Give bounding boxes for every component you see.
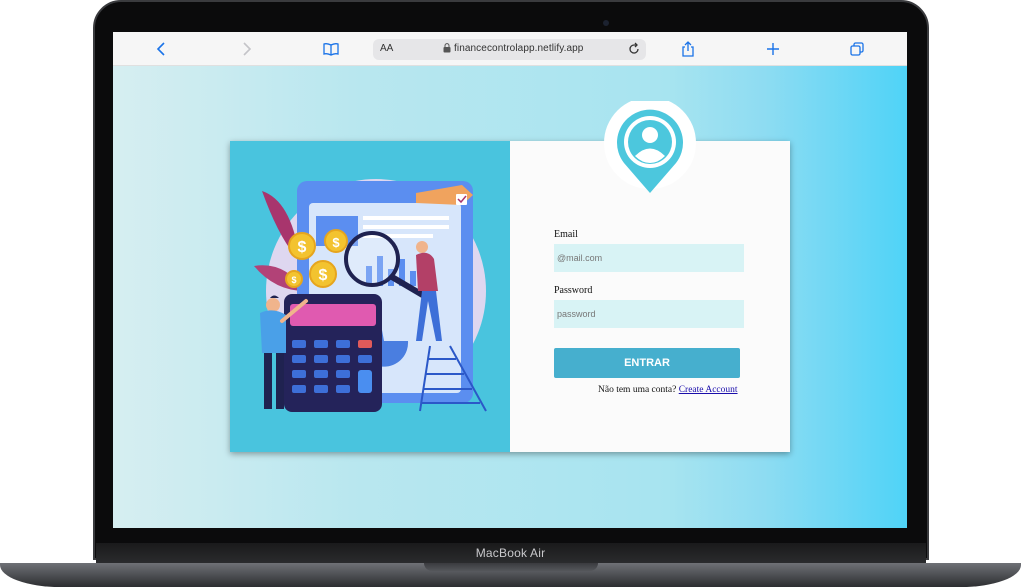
- svg-text:$: $: [291, 275, 296, 285]
- browser-toolbar: AA financecontrolapp.netlify.app: [113, 32, 907, 66]
- lock-icon: [443, 43, 451, 55]
- svg-text:$: $: [319, 267, 328, 284]
- svg-text:$: $: [332, 235, 340, 250]
- email-field[interactable]: [554, 244, 744, 272]
- create-account-link[interactable]: Create Account: [679, 385, 738, 395]
- signup-prompt: Não tem uma conta? Create Account: [598, 385, 738, 395]
- laptop-notch: [424, 563, 598, 571]
- laptop-base: MacBook Air: [0, 543, 1021, 587]
- book-icon[interactable]: [322, 40, 340, 58]
- text-size-button[interactable]: AA: [380, 43, 393, 54]
- illustration-panel: $ $ $ $: [230, 141, 510, 452]
- login-card: $ $ $ $ Email @mail.com Password ENTRAR …: [230, 97, 790, 452]
- svg-text:$: $: [298, 239, 307, 256]
- address-bar[interactable]: AA financecontrolapp.netlify.app: [373, 39, 646, 60]
- camera-icon: [603, 20, 609, 26]
- page-background: $ $ $ $ Email @mail.com Password ENTRAR …: [113, 66, 907, 528]
- tabs-icon[interactable]: [848, 40, 866, 58]
- no-account-text: Não tem uma conta?: [598, 385, 677, 395]
- share-icon[interactable]: [679, 40, 697, 58]
- reload-icon[interactable]: [627, 40, 641, 61]
- email-label: Email: [554, 229, 578, 240]
- device-label: MacBook Air: [475, 546, 546, 560]
- password-field[interactable]: [554, 300, 744, 328]
- chevron-left-icon[interactable]: [153, 40, 171, 58]
- login-button[interactable]: ENTRAR: [554, 348, 740, 378]
- chevron-right-icon[interactable]: [237, 40, 255, 58]
- password-label: Password: [554, 285, 593, 296]
- url-text: financecontrolapp.netlify.app: [454, 43, 584, 54]
- plus-icon[interactable]: [764, 40, 782, 58]
- finance-illustration: $ $ $ $: [254, 179, 487, 412]
- user-pin-icon: [600, 97, 700, 201]
- screen: AA financecontrolapp.netlify.app $ $ $ $…: [113, 32, 907, 528]
